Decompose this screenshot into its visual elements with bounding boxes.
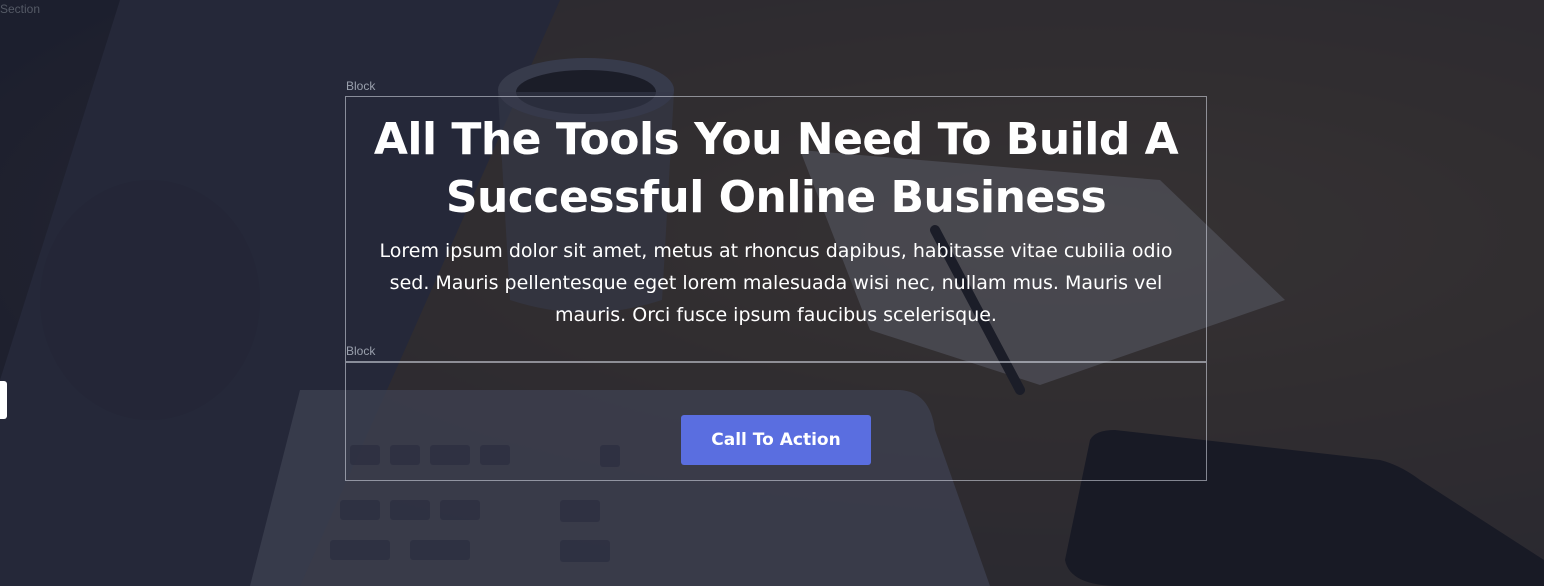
hero-body-text: Lorem ipsum dolor sit amet, metus at rho…	[379, 240, 1173, 326]
call-to-action-button[interactable]: Call To Action	[681, 415, 871, 465]
content-block[interactable]: All The Tools You Need To Build A Succes…	[345, 96, 1207, 362]
hero-section: Section Block All The Tools You Need To …	[0, 0, 1544, 586]
section-resize-handle[interactable]	[0, 381, 7, 419]
section-label: Section	[0, 2, 41, 16]
hero-headline: All The Tools You Need To Build A Succes…	[373, 114, 1179, 223]
button-block[interactable]: Call To Action	[345, 362, 1207, 481]
block-label: Block	[346, 344, 376, 358]
block-label: Block	[346, 79, 376, 93]
